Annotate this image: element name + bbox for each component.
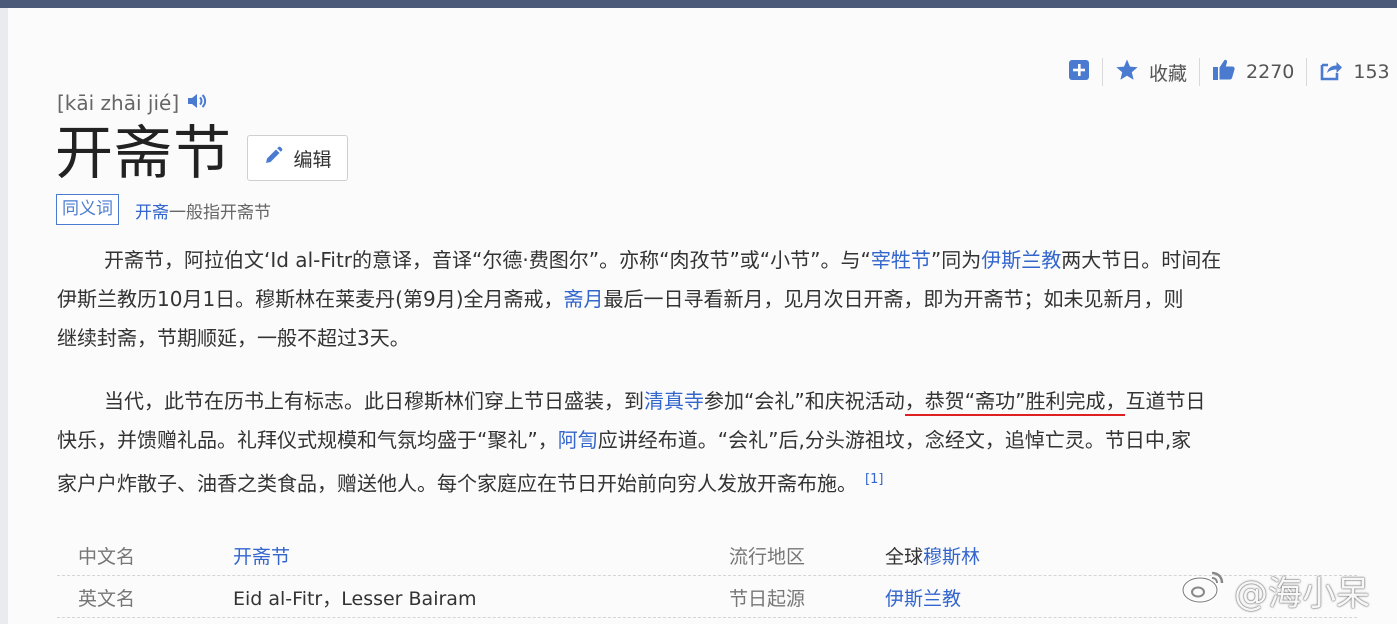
like-button[interactable]: 2270	[1212, 58, 1294, 86]
info-value-english-name: Eid al-Fitr，Lesser Bairam	[233, 588, 477, 610]
info-label-english-name: 英文名	[78, 588, 136, 610]
watermark: @海小呆	[1180, 566, 1370, 615]
watermark-text: @海小呆	[1234, 574, 1370, 614]
like-count: 2270	[1246, 61, 1295, 83]
info-label-region: 流行地区	[729, 546, 806, 568]
plus-square-icon	[1068, 59, 1090, 86]
thumbs-up-icon	[1212, 58, 1236, 87]
action-toolbar: 收藏 2270 153	[1068, 58, 1390, 86]
text-run: 继续封斋，节期顺延，一般不超过3天。	[57, 326, 410, 350]
link-mosque[interactable]: 清真寺	[644, 389, 704, 413]
info-value-chinese-name[interactable]: 开斋节	[233, 542, 290, 569]
favorite-button[interactable]: 收藏	[1115, 58, 1187, 86]
share-icon	[1319, 58, 1343, 87]
synonym-link[interactable]: 开斋	[135, 203, 169, 223]
page-title: 开斋节	[55, 119, 233, 187]
reference-link[interactable]: [1]	[865, 472, 883, 487]
share-count: 153	[1353, 61, 1390, 83]
paragraph-line: 快乐，并馈赠礼品。礼拜仪式规模和气氛均盛于“聚礼”，阿訇应讲经布道。“会礼”后,…	[57, 421, 1357, 460]
text-run: 快乐，并馈赠礼品。礼拜仪式规模和气氛均盛于“聚礼”，	[57, 428, 558, 452]
red-underlined-text: ，恭贺“斋功”胜利完成，	[904, 389, 1126, 416]
text-run: 参加“会礼”和庆祝活动	[704, 389, 905, 413]
toolbar-divider	[1306, 58, 1308, 86]
text-run: 两大节日。时间在	[1061, 248, 1222, 272]
share-button[interactable]: 153	[1319, 58, 1390, 87]
text-run: 最后一日寻看新月，见月次日开斋，即为开斋节；如未见新月，则	[603, 287, 1184, 311]
info-label-chinese-name: 中文名	[78, 546, 136, 568]
text-run: 开斋节，阿拉伯文‘Id al-Fitr的意译，音译“尔德·费图尔”。亦称“肉孜节…	[104, 248, 871, 272]
synonym-badge: 同义词	[56, 194, 119, 225]
text-run: 互道节日	[1125, 389, 1206, 413]
pencil-icon	[263, 146, 283, 171]
paragraph-line: 继续封斋，节期顺延，一般不超过3天。	[57, 319, 1357, 358]
toolbar-divider	[1199, 58, 1201, 86]
paragraph-1: 开斋节，阿拉伯文‘Id al-Fitr的意译，音译“尔德·费图尔”。亦称“肉孜节…	[57, 241, 1357, 358]
star-icon	[1115, 58, 1139, 87]
info-value-region: 全球穆斯林	[885, 542, 980, 569]
link-islam-origin[interactable]: 伊斯兰教	[885, 584, 961, 611]
pinyin-text: [kāi zhāi jié]	[57, 91, 180, 115]
link-muslim[interactable]: 穆斯林	[923, 546, 980, 568]
text-run: 伊斯兰教历10月1日。穆斯林在莱麦丹(第9月)全月斋戒，	[57, 287, 564, 311]
paragraph-line: 家户户炸散子、油香之类食品，赠送他人。每个家庭应在节日开始前向穷人发放开斋布施。…	[57, 460, 1357, 504]
info-box: 中文名 开斋节 流行地区 全球穆斯林 英文名 Eid al-Fitr，Lesse…	[57, 534, 1357, 618]
info-value-prefix: 全球	[885, 546, 924, 568]
info-row: 中文名 开斋节 流行地区 全球穆斯林	[57, 534, 1357, 576]
weibo-icon	[1180, 567, 1228, 614]
edit-label: 编辑	[293, 148, 332, 171]
edit-button[interactable]: 编辑	[247, 135, 348, 181]
speaker-icon[interactable]	[187, 91, 207, 115]
page-left-edge	[0, 8, 8, 624]
text-run: ”同为	[930, 248, 982, 272]
paragraph-line: 当代，此节在历书上有标志。此日穆斯林们穿上节日盛装，到清真寺参加“会礼”和庆祝活…	[57, 382, 1357, 421]
toolbar-divider	[1102, 58, 1103, 86]
link-ramadan[interactable]: 斋月	[564, 287, 604, 311]
add-button[interactable]	[1068, 58, 1090, 86]
link-imam[interactable]: 阿訇	[558, 428, 598, 452]
synonym-note: 开斋一般指开斋节	[135, 198, 271, 223]
favorite-label: 收藏	[1149, 62, 1188, 85]
link-zaishengjie[interactable]: 宰牲节	[871, 248, 931, 272]
pinyin-row: [kāi zhāi jié]	[57, 91, 207, 115]
text-run: 应讲经布道。“会礼”后,分头游祖坟，念经文，追悼亡灵。节日中,家	[597, 428, 1192, 452]
paragraph-line: 开斋节，阿拉伯文‘Id al-Fitr的意译，音译“尔德·费图尔”。亦称“肉孜节…	[57, 241, 1357, 280]
link-islam[interactable]: 伊斯兰教	[981, 248, 1061, 272]
info-label-origin: 节日起源	[729, 588, 806, 610]
text-run: 当代，此节在历书上有标志。此日穆斯林们穿上节日盛装，到	[104, 389, 644, 413]
synonym-note-text: 一般指开斋节	[169, 203, 271, 223]
info-row: 英文名 Eid al-Fitr，Lesser Bairam 节日起源 伊斯兰教	[57, 576, 1357, 618]
paragraph-line: 伊斯兰教历10月1日。穆斯林在莱麦丹(第9月)全月斋戒，斋月最后一日寻看新月，见…	[57, 280, 1357, 319]
window-top-bar	[0, 0, 1397, 8]
paragraph-2: 当代，此节在历书上有标志。此日穆斯林们穿上节日盛装，到清真寺参加“会礼”和庆祝活…	[57, 382, 1357, 504]
text-run: 家户户炸散子、油香之类食品，赠送他人。每个家庭应在节日开始前向穷人发放开斋布施。	[57, 471, 857, 496]
